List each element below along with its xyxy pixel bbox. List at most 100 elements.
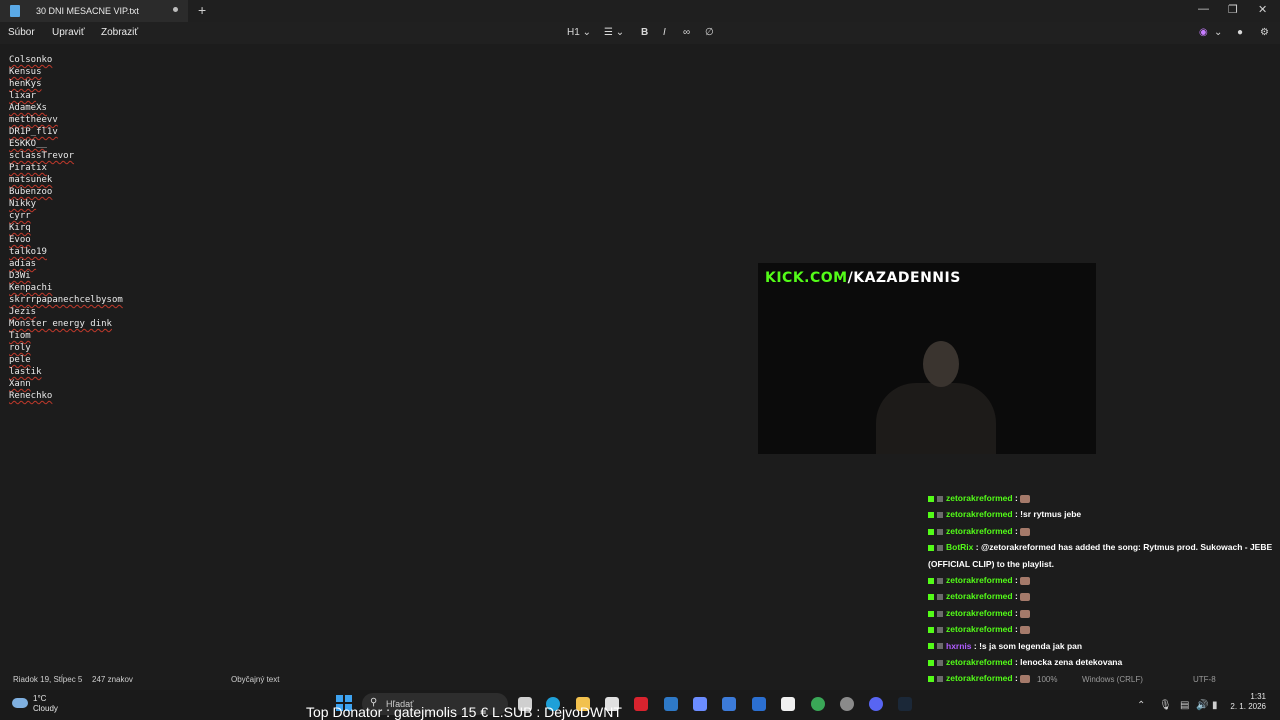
plus-icon[interactable]: + (198, 2, 206, 18)
gear-icon[interactable]: ⚙ (1260, 27, 1269, 38)
chat-message: hxrnis : !s ja som legenda jak pan (924, 638, 1280, 654)
user-badge-icon (937, 643, 943, 650)
char-count: 247 znakov (92, 675, 133, 684)
kick-badge-icon (928, 659, 934, 666)
chat-message: zetorakreformed : (924, 588, 1280, 604)
tab-file[interactable]: 30 DNI MESACNE VIP.txt (0, 0, 188, 22)
encoding[interactable]: UTF-8 (1193, 675, 1216, 684)
chat-message: zetorakreformed : (924, 572, 1280, 588)
donation-ticker: Top Donator : gatejmolis 15 € L.SUB : De… (306, 704, 622, 720)
chat-username: zetorakreformed (946, 509, 1013, 520)
app-a-icon[interactable] (664, 697, 678, 711)
chat-message: zetorakreformed : lenocka zena detekovan… (924, 654, 1280, 670)
user-badge-icon (937, 659, 943, 666)
user-badge-icon (937, 676, 943, 683)
menu-file[interactable]: Súbor (8, 27, 35, 38)
text-format[interactable]: Obyčajný text (231, 675, 279, 684)
chat-username: zetorakreformed (946, 673, 1013, 684)
emote-icon (1020, 494, 1031, 503)
volume-icon[interactable]: 🔊 (1196, 700, 1208, 711)
heading-dropdown[interactable]: H1 ⌄ (567, 27, 591, 38)
kick-badge-icon (928, 495, 934, 502)
emote-icon (1020, 527, 1031, 536)
menu-view[interactable]: Zobraziť (101, 27, 138, 38)
chat-username: zetorakreformed (946, 624, 1013, 635)
clock-time: 1:31 (1250, 692, 1266, 701)
unsaved-dot-icon[interactable] (173, 7, 178, 12)
photos-icon[interactable] (693, 697, 707, 711)
kick-badge-icon (928, 577, 934, 584)
copilot-icon[interactable]: ◉ (1199, 27, 1208, 38)
chat-username: zetorakreformed (946, 575, 1013, 586)
editor-line: Nikky (9, 199, 37, 209)
chat-username: zetorakreformed (946, 657, 1013, 668)
chevron-up-icon[interactable]: ⌃ (1137, 700, 1145, 711)
chat-username: zetorakreformed (946, 591, 1013, 602)
obs-icon[interactable] (840, 697, 854, 711)
zoom-level[interactable]: 100% (1037, 675, 1057, 684)
editor-line: sclassTrevor (9, 151, 75, 161)
kick-badge-icon (928, 512, 934, 519)
cloud-icon (12, 698, 28, 708)
editor-line: Kensus (9, 67, 42, 77)
account-icon[interactable]: ● (1237, 27, 1243, 38)
app-l-icon[interactable] (634, 697, 648, 711)
link-icon[interactable]: ∞ (683, 27, 690, 38)
network-icon[interactable]: ▤ (1180, 700, 1189, 711)
notepad-icon (10, 5, 20, 17)
chat-message: zetorakreformed : (924, 621, 1280, 637)
emote-icon (1020, 626, 1031, 634)
discord-icon[interactable] (869, 697, 883, 711)
status-bar: Riadok 19, Stĺpec 5 247 znakov Obyčajný … (0, 670, 924, 688)
kick-badge-icon (928, 528, 934, 535)
menu-edit[interactable]: Upraviť (52, 27, 85, 38)
editor-line: Evoo (9, 235, 31, 245)
emote-icon (1020, 609, 1031, 618)
line-ending[interactable]: Windows (CRLF) (1082, 675, 1143, 684)
text-editor[interactable]: Colsonko Kensus henKys lixar AdameXs met… (9, 54, 123, 402)
minimize-icon[interactable]: — (1198, 3, 1209, 15)
cursor-position: Riadok 19, Stĺpec 5 (13, 675, 83, 684)
battery-icon[interactable]: ▮ (1212, 700, 1218, 711)
editor-line: Renechko (9, 391, 53, 401)
user-badge-icon (937, 528, 943, 535)
kick-badge-icon (928, 544, 934, 551)
user-badge-icon (937, 512, 943, 519)
bold-icon[interactable]: B (641, 27, 648, 38)
chat-text: lenocka zena detekovana (1020, 657, 1123, 668)
clear-format-icon[interactable]: ∅ (705, 27, 714, 38)
weather-label: Cloudy (33, 704, 58, 713)
steam-icon[interactable] (898, 697, 912, 711)
notepad-app-icon[interactable] (781, 697, 795, 711)
tab-title: 30 DNI MESACNE VIP.txt (36, 6, 139, 16)
chat-username: zetorakreformed (946, 525, 1013, 536)
list-icon[interactable]: ☰ ⌄ (604, 27, 624, 38)
editor-line: Jezis (9, 307, 37, 317)
close-icon[interactable]: ✕ (1258, 3, 1267, 16)
italic-icon[interactable]: I (663, 27, 666, 38)
microphone-icon[interactable]: 🎙 (1159, 700, 1172, 711)
editor-line: skrrrpapanechcelbysom (9, 295, 123, 305)
maximize-icon[interactable]: ❐ (1228, 3, 1238, 16)
editor-line: Colsonko (9, 55, 53, 65)
editor-line: ESKKO__ (9, 139, 47, 149)
user-badge-icon (937, 610, 943, 617)
download-icon[interactable] (722, 697, 736, 711)
editor-line: Monster energy dink (9, 319, 112, 329)
taskbar: 1°C Cloudy ⚲ Hľadať (0, 690, 1280, 720)
mail-icon[interactable] (752, 697, 766, 711)
editor-line: AdameXs (9, 103, 47, 113)
webcam-overlay: KICK.COM/KAZADENNIS (758, 263, 1096, 454)
user-badge-icon (937, 495, 943, 502)
editor-line: lastik (9, 367, 42, 377)
chrome-icon[interactable] (811, 697, 825, 711)
chat-message: BotRix : @zetorakreformed has added the … (928, 542, 1273, 569)
editor-line: matsunek (9, 175, 53, 185)
chevron-down-icon[interactable]: ⌄ (1214, 27, 1222, 38)
editor-line: Kirq (9, 223, 31, 233)
chat-username: hxrnis (946, 640, 972, 651)
editor-line: Bubenzoo (9, 187, 53, 197)
editor-line: Piratix (9, 163, 47, 173)
kick-badge-icon (928, 676, 934, 683)
clock[interactable]: 1:31 2. 1. 2026 (1230, 692, 1266, 712)
